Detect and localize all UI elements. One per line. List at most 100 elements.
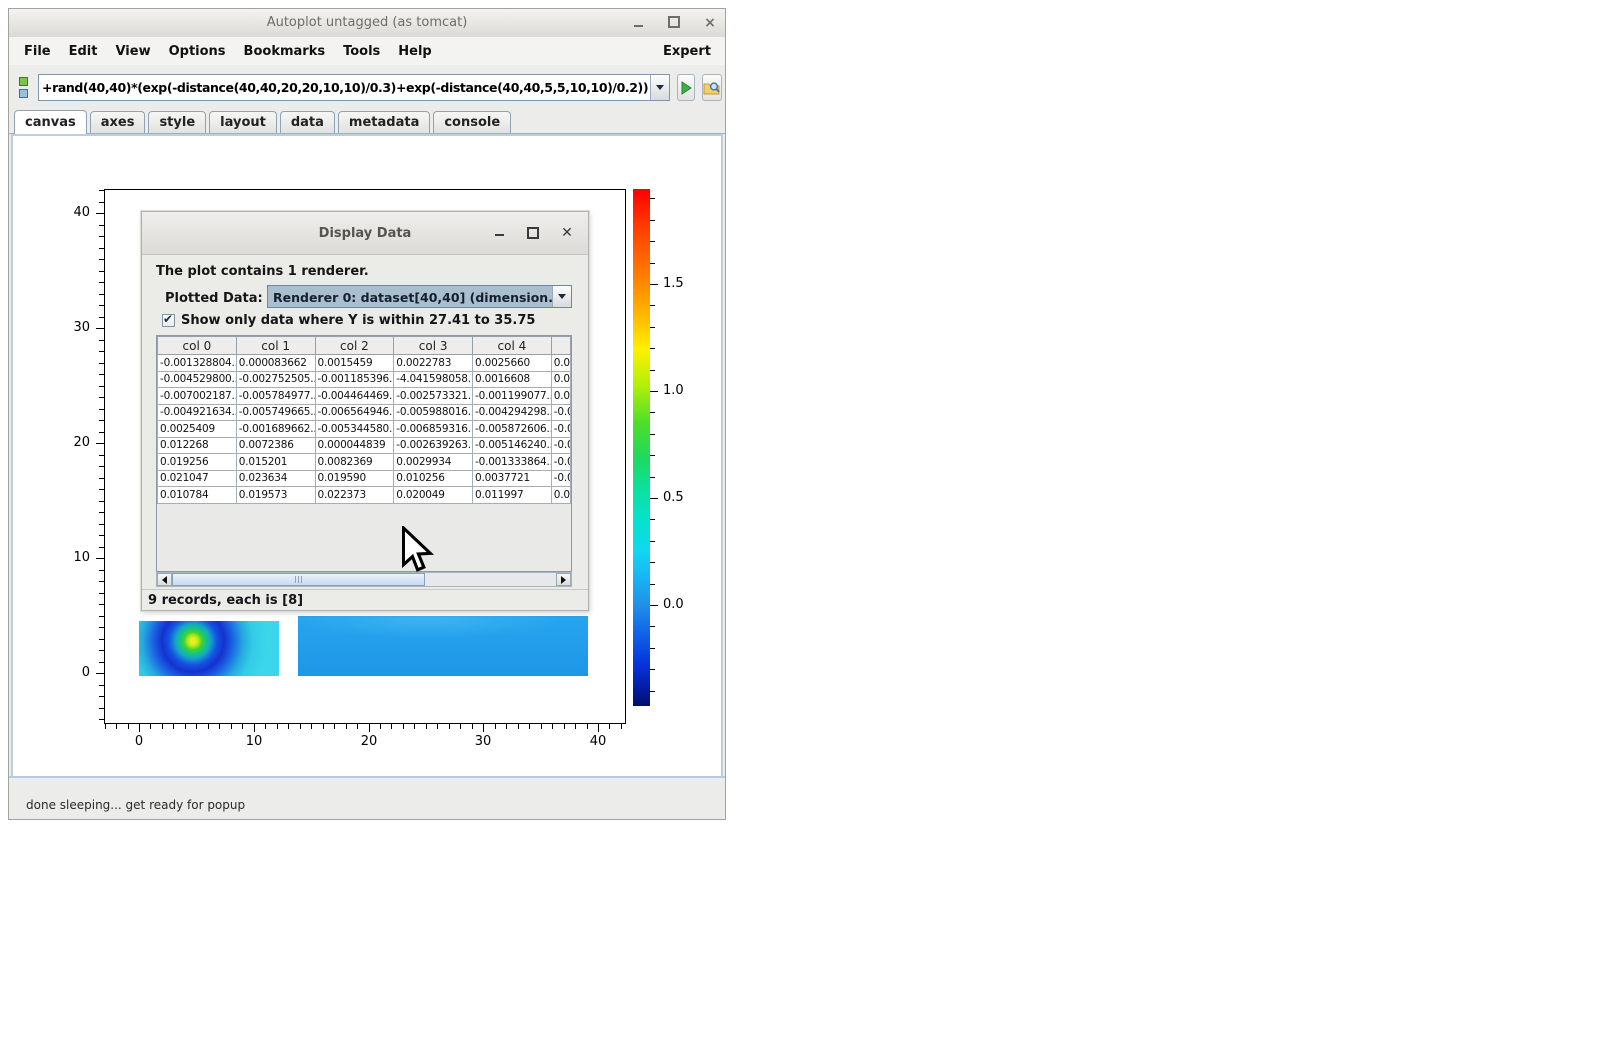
table-row[interactable]: 0.0025409-0.001689662...-0.005344580...-… bbox=[158, 421, 571, 438]
table-cell[interactable]: -0.0 bbox=[551, 421, 570, 438]
table-row[interactable]: 0.0107840.0195730.0223730.0200490.011997… bbox=[158, 487, 571, 504]
x-axis-tick-label: 40 bbox=[583, 734, 613, 749]
table-cell[interactable]: 0.0022783 bbox=[394, 355, 473, 372]
table-cell[interactable]: -0.0 bbox=[551, 454, 570, 471]
x-axis-tick bbox=[369, 724, 370, 732]
table-cell[interactable]: -4.041598058... bbox=[394, 371, 473, 388]
column-header[interactable]: col 4 bbox=[473, 337, 552, 355]
desktop: Autoplot untagged (as tomcat) × FileEdit… bbox=[0, 0, 1600, 1050]
column-header[interactable]: col 2 bbox=[315, 337, 394, 355]
dialog-titlebar[interactable]: Display Data ✕ bbox=[142, 212, 588, 255]
scroll-right-button[interactable] bbox=[556, 573, 571, 586]
table-cell[interactable]: -0.004464469... bbox=[315, 388, 394, 405]
table-cell[interactable]: 0.023634 bbox=[236, 470, 315, 487]
data-table-viewport[interactable]: col 0col 1col 2col 3col 4 -0.001328804..… bbox=[156, 335, 572, 572]
y-axis-tick bbox=[99, 581, 104, 582]
table-cell[interactable]: 0.019573 bbox=[236, 487, 315, 504]
plotted-data-dropdown-button[interactable] bbox=[552, 286, 571, 307]
table-cell[interactable]: -0.002752505... bbox=[236, 371, 315, 388]
table-cell[interactable]: -0.007002187... bbox=[158, 388, 237, 405]
table-cell[interactable]: 0.0025660 bbox=[473, 355, 552, 372]
table-cell[interactable]: 0.021047 bbox=[158, 470, 237, 487]
table-cell[interactable]: 0.0015459 bbox=[315, 355, 394, 372]
record-count-text: 9 records, each is [8] bbox=[148, 593, 303, 608]
table-cell[interactable]: 0.0016608 bbox=[473, 371, 552, 388]
y-axis-tick bbox=[99, 397, 104, 398]
y-axis-tick bbox=[99, 616, 104, 617]
table-cell[interactable]: 0.00 bbox=[551, 355, 570, 372]
y-axis-tick bbox=[99, 225, 104, 226]
table-cell[interactable]: 0.015201 bbox=[236, 454, 315, 471]
scroll-left-button[interactable] bbox=[157, 573, 172, 586]
x-axis-tick-label: 10 bbox=[239, 734, 269, 749]
table-cell[interactable]: 0.020049 bbox=[394, 487, 473, 504]
table-row[interactable]: 0.0122680.00723860.000044839-0.002639263… bbox=[158, 437, 571, 454]
table-cell[interactable]: -0.0 bbox=[551, 437, 570, 454]
table-cell[interactable]: -0.005988016... bbox=[394, 404, 473, 421]
table-cell[interactable]: 0.0029934 bbox=[394, 454, 473, 471]
table-cell[interactable]: -0.005872606... bbox=[473, 421, 552, 438]
table-cell[interactable]: 0.00 bbox=[551, 487, 570, 504]
table-cell[interactable]: 0.012268 bbox=[158, 437, 237, 454]
column-header[interactable]: col 0 bbox=[158, 337, 237, 355]
table-cell[interactable]: -0.006859316... bbox=[394, 421, 473, 438]
y-filter-checkbox[interactable]: ✔ bbox=[162, 314, 175, 327]
table-cell[interactable]: -0.001185396... bbox=[315, 371, 394, 388]
table-row[interactable]: 0.0210470.0236340.0195900.0102560.003772… bbox=[158, 470, 571, 487]
table-cell[interactable]: -0.0 bbox=[551, 470, 570, 487]
table-cell[interactable]: 0.00 bbox=[551, 388, 570, 405]
column-header[interactable]: col 3 bbox=[394, 337, 473, 355]
table-cell[interactable]: 0.010256 bbox=[394, 470, 473, 487]
table-cell[interactable]: -0.001328804... bbox=[158, 355, 237, 372]
dialog-close-button[interactable]: ✕ bbox=[560, 226, 574, 240]
dialog-maximize-button[interactable] bbox=[526, 226, 540, 240]
y-axis-tick-label: 40 bbox=[56, 205, 90, 220]
table-cell[interactable]: -0.006564946... bbox=[315, 404, 394, 421]
table-cell[interactable]: 0.019256 bbox=[158, 454, 237, 471]
table-cell[interactable]: -0.001333864... bbox=[473, 454, 552, 471]
table-cell[interactable]: -0.002573321... bbox=[394, 388, 473, 405]
chevron-down-icon bbox=[558, 294, 566, 299]
table-cell[interactable]: -0.004921634... bbox=[158, 404, 237, 421]
table-cell[interactable]: 0.0037721 bbox=[473, 470, 552, 487]
y-axis-tick bbox=[99, 271, 104, 272]
table-cell[interactable]: 0.00 bbox=[551, 371, 570, 388]
table-cell[interactable]: -0.005784977... bbox=[236, 388, 315, 405]
table-cell[interactable]: 0.010784 bbox=[158, 487, 237, 504]
dialog-minimize-button[interactable] bbox=[492, 226, 506, 240]
table-cell[interactable]: -0.002639263... bbox=[394, 437, 473, 454]
table-cell[interactable]: -0.0 bbox=[551, 404, 570, 421]
plotted-data-combobox[interactable]: Renderer 0: dataset[40,40] (dimension... bbox=[267, 285, 572, 308]
table-cell[interactable]: -0.005344580... bbox=[315, 421, 394, 438]
table-cell[interactable]: 0.011997 bbox=[473, 487, 552, 504]
table-cell[interactable]: 0.0082369 bbox=[315, 454, 394, 471]
table-cell[interactable]: 0.0025409 bbox=[158, 421, 237, 438]
table-cell[interactable]: -0.005146240... bbox=[473, 437, 552, 454]
table-cell[interactable]: -0.001689662... bbox=[236, 421, 315, 438]
x-axis-tick bbox=[403, 724, 404, 729]
colorbar[interactable] bbox=[633, 189, 650, 706]
colorbar-tick bbox=[650, 198, 655, 199]
table-cell[interactable]: -0.004529800... bbox=[158, 371, 237, 388]
table-cell[interactable]: 0.0072386 bbox=[236, 437, 315, 454]
table-row[interactable]: -0.004921634...-0.005749665...-0.0065649… bbox=[158, 404, 571, 421]
scrollbar-thumb[interactable] bbox=[172, 573, 425, 586]
y-axis-tick bbox=[99, 259, 104, 260]
table-cell[interactable]: 0.000083662 bbox=[236, 355, 315, 372]
table-row[interactable]: -0.007002187...-0.005784977...-0.0044644… bbox=[158, 388, 571, 405]
column-header[interactable]: col 1 bbox=[236, 337, 315, 355]
table-cell[interactable]: 0.022373 bbox=[315, 487, 394, 504]
table-cell[interactable]: -0.005749665... bbox=[236, 404, 315, 421]
table-horizontal-scrollbar[interactable] bbox=[156, 572, 572, 587]
minimize-icon bbox=[495, 234, 504, 236]
table-row[interactable]: -0.001328804...0.0000836620.00154590.002… bbox=[158, 355, 571, 372]
table-row[interactable]: -0.004529800...-0.002752505...-0.0011853… bbox=[158, 371, 571, 388]
table-cell[interactable]: 0.000044839 bbox=[315, 437, 394, 454]
table-cell[interactable]: -0.001199077... bbox=[473, 388, 552, 405]
colorbar-tick bbox=[650, 412, 655, 413]
scrollbar-track[interactable] bbox=[172, 573, 556, 586]
table-cell[interactable]: 0.019590 bbox=[315, 470, 394, 487]
table-row[interactable]: 0.0192560.0152010.00823690.0029934-0.001… bbox=[158, 454, 571, 471]
table-cell[interactable]: -0.004294298... bbox=[473, 404, 552, 421]
column-header[interactable] bbox=[551, 337, 570, 355]
